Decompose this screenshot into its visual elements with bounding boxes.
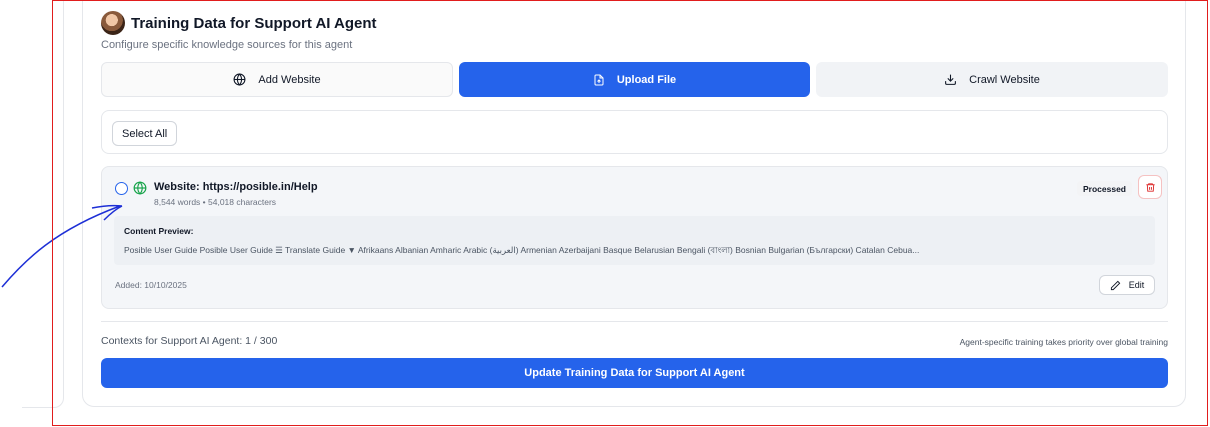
edit-button-label: Edit xyxy=(1128,280,1145,290)
page-subtitle: Configure specific knowledge sources for… xyxy=(101,39,353,51)
file-upload-icon xyxy=(593,74,605,86)
item-title: Website: https://posible.in/Help xyxy=(154,181,318,193)
content-preview-label: Content Preview: xyxy=(124,226,194,236)
trash-icon xyxy=(1145,182,1156,193)
delete-button[interactable] xyxy=(1138,175,1162,199)
item-select-radio[interactable] xyxy=(115,182,128,195)
status-badge: Processed xyxy=(1077,181,1132,196)
priority-note: Agent-specific training takes priority o… xyxy=(959,337,1168,347)
download-icon xyxy=(944,73,957,86)
content-preview-text: Posible User Guide Posible User Guide ☰ … xyxy=(124,245,920,255)
tab-upload-file-label: Upload File xyxy=(616,73,677,86)
edit-button[interactable]: Edit xyxy=(1099,275,1155,295)
select-all-button[interactable]: Select All xyxy=(112,121,178,146)
agent-avatar xyxy=(101,11,125,35)
tab-add-website[interactable]: Add Website xyxy=(101,62,453,97)
tab-crawl-website[interactable]: Crawl Website xyxy=(816,62,1168,97)
tab-upload-file[interactable]: Upload File xyxy=(459,62,810,97)
divider xyxy=(101,321,1168,322)
content-preview: Content Preview: Posible User Guide Posi… xyxy=(114,216,1155,265)
item-stats: 8,544 words • 54,018 characters xyxy=(154,197,277,207)
header: Training Data for Support AI Agent xyxy=(101,11,377,35)
contexts-count: Contexts for Support AI Agent: 1 / 300 xyxy=(101,335,278,347)
globe-icon xyxy=(233,73,246,86)
tab-add-website-label: Add Website xyxy=(258,73,321,86)
tab-crawl-website-label: Crawl Website xyxy=(969,73,1040,86)
page-title: Training Data for Support AI Agent xyxy=(131,14,377,32)
pencil-icon xyxy=(1110,280,1121,291)
training-item: Website: https://posible.in/Help 8,544 w… xyxy=(101,166,1168,309)
website-globe-icon xyxy=(133,181,147,200)
annotation-arrow xyxy=(1,204,123,288)
selection-toolbar: Select All xyxy=(101,110,1168,154)
update-training-data-button[interactable]: Update Training Data for Support AI Agen… xyxy=(101,358,1168,388)
